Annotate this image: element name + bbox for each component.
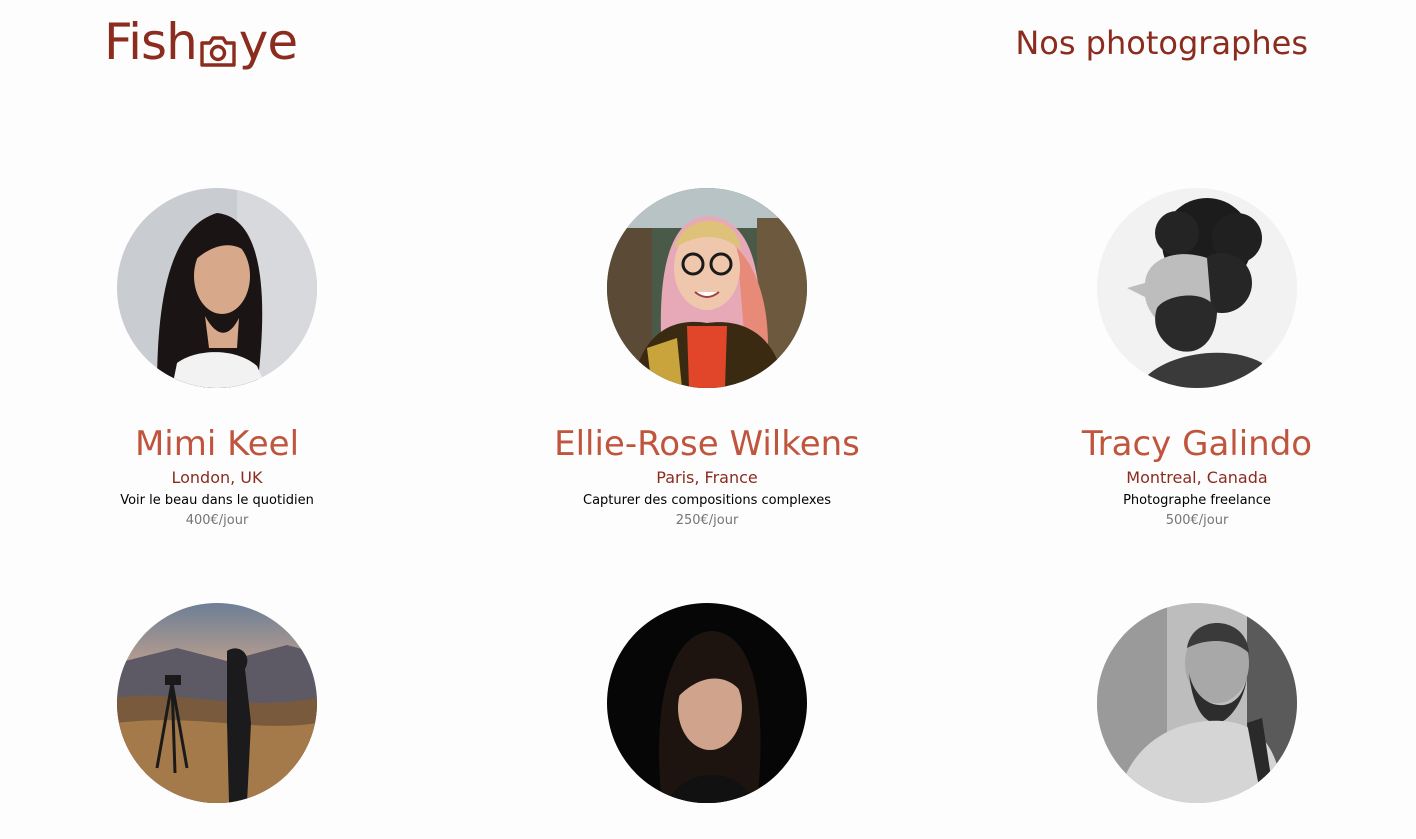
- photographer-portrait: [117, 188, 317, 388]
- photographer-card-6[interactable]: [997, 603, 1397, 839]
- photographer-card-ellie-rose-wilkens[interactable]: Ellie-Rose Wilkens Paris, France Capture…: [507, 188, 907, 531]
- photographer-portrait: [607, 603, 807, 803]
- photographer-price: 400€/jour: [185, 513, 249, 528]
- photographer-tagline: Capturer des compositions complexes: [583, 493, 831, 508]
- photographer-portrait: [607, 188, 807, 388]
- photographer-location: Montreal, Canada: [1126, 468, 1268, 487]
- photographer-card-mimi-keel[interactable]: Mimi Keel London, UK Voir le beau dans l…: [17, 188, 417, 531]
- photographer-location: Paris, France: [656, 468, 758, 487]
- photographer-card-tracy-galindo[interactable]: Tracy Galindo Montreal, Canada Photograp…: [997, 188, 1397, 531]
- photographer-tagline: Photographe freelance: [1123, 493, 1271, 508]
- photographer-portrait: [117, 603, 317, 803]
- photographer-name: Tracy Galindo: [1081, 424, 1313, 464]
- photographer-card-4[interactable]: [17, 603, 417, 839]
- photographer-price: 250€/jour: [675, 513, 739, 528]
- photographer-card-5[interactable]: [507, 603, 907, 839]
- photographer-portrait: [1097, 603, 1297, 803]
- photographer-name: Mimi Keel: [134, 424, 300, 464]
- photographer-location: London, UK: [171, 468, 263, 487]
- photographer-price: 500€/jour: [1165, 513, 1229, 528]
- photographer-portrait: [1097, 188, 1297, 388]
- photographer-tagline: Voir le beau dans le quotidien: [120, 493, 314, 508]
- photographer-name: Ellie-Rose Wilkens: [554, 424, 860, 464]
- photographer-grid: Mimi Keel London, UK Voir le beau dans l…: [0, 0, 1416, 803]
